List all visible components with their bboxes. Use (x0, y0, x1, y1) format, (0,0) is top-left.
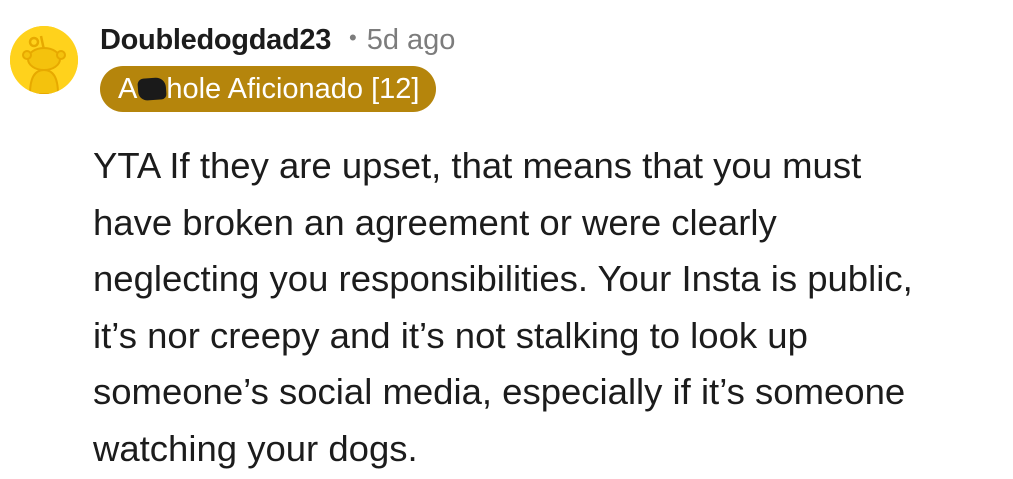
meta-separator: • (349, 25, 357, 50)
user-avatar-icon[interactable] (10, 26, 78, 94)
flair-prefix: A (118, 72, 138, 105)
comment-meta: Doubledogdad23 • 5d ago (100, 24, 993, 64)
comment-timestamp[interactable]: 5d ago (367, 24, 456, 57)
comment-body-text: YTA If they are upset, that means that y… (93, 145, 913, 469)
username-link[interactable]: Doubledogdad23 (100, 24, 331, 57)
comment-body: YTA If they are upset, that means that y… (93, 138, 998, 477)
comment: Doubledogdad23 • 5d ago A hole Aficionad… (0, 0, 1013, 479)
comment-header: Doubledogdad23 • 5d ago A hole Aficionad… (100, 24, 993, 112)
user-flair-badge: A hole Aficionado [12] (100, 66, 436, 112)
flair-suffix: hole Aficionado [12] (166, 72, 420, 105)
redaction-mark (137, 77, 168, 101)
